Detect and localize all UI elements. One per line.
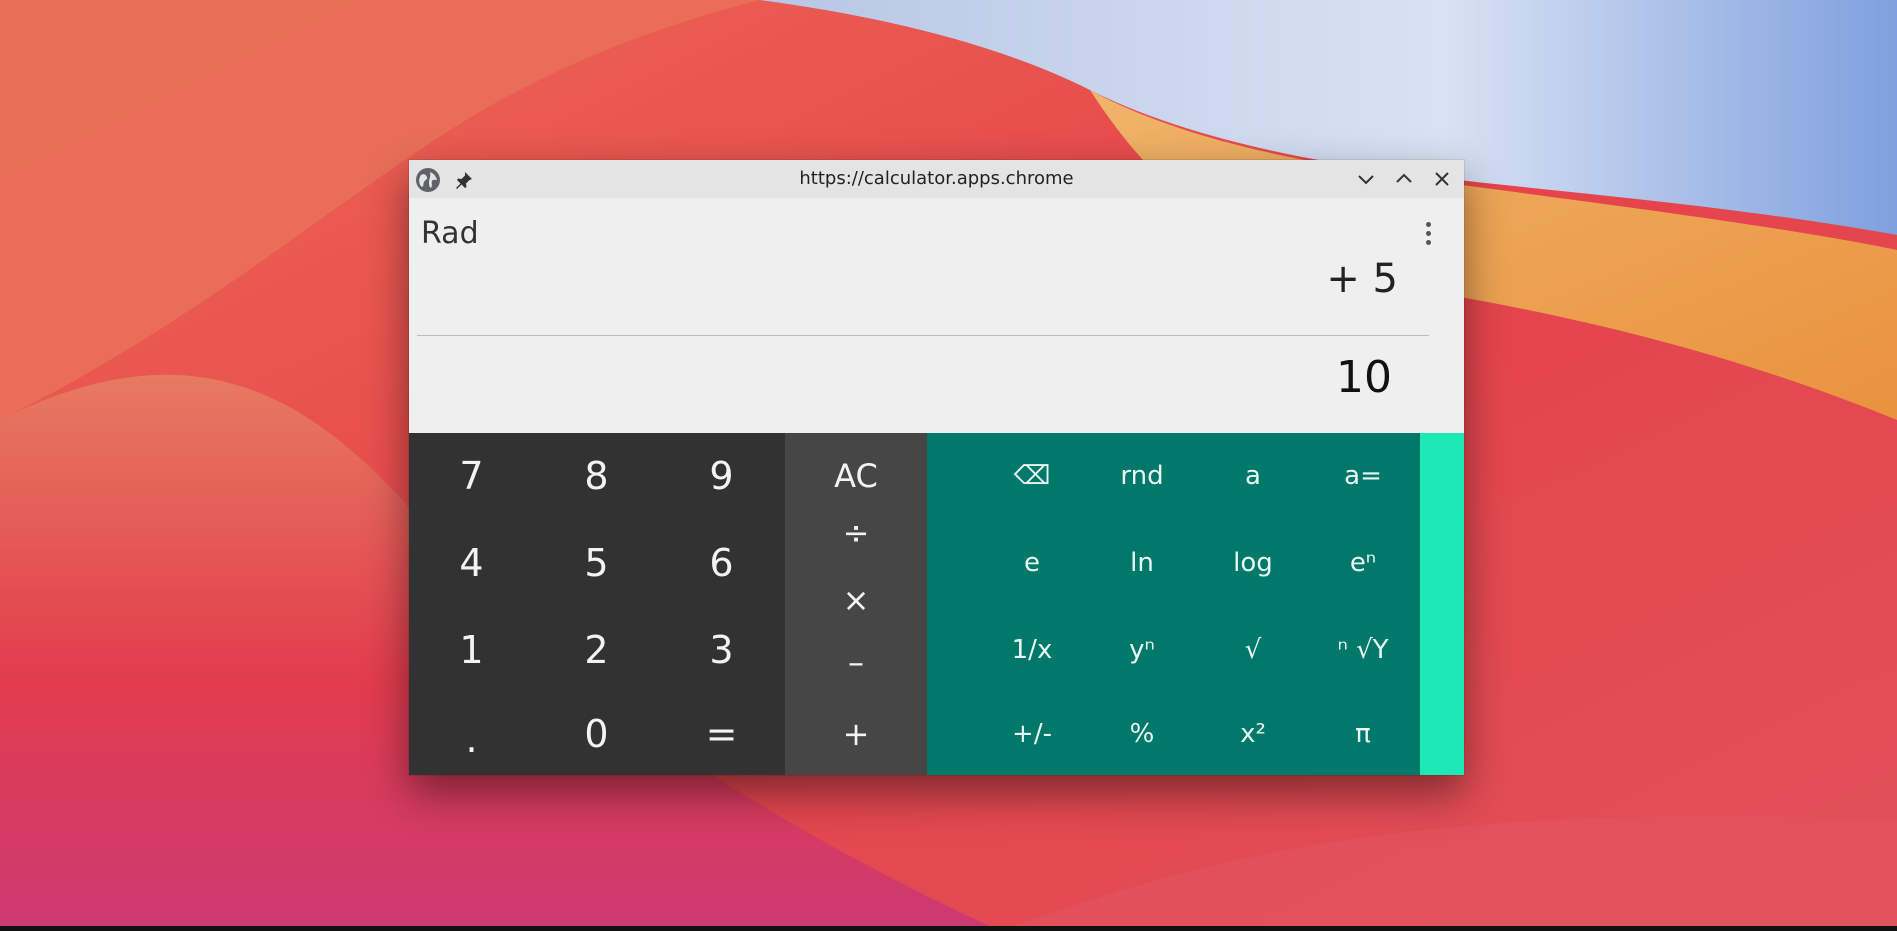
key-4[interactable]: 4 — [409, 519, 534, 606]
key-equals[interactable]: = — [659, 693, 784, 775]
calculator-window: https://calculator.apps.chrome Rad + 5 1… — [409, 160, 1464, 775]
key-random[interactable]: rnd — [1087, 433, 1197, 519]
chevron-up-icon — [1396, 173, 1412, 183]
key-log[interactable]: log — [1198, 519, 1308, 606]
title-bar: https://calculator.apps.chrome — [409, 160, 1464, 198]
key-reciprocal[interactable]: 1/x — [977, 606, 1087, 693]
more-options-button[interactable] — [1413, 218, 1443, 248]
calculator-display: Rad + 5 10 — [409, 198, 1464, 433]
key-e-power[interactable]: eⁿ — [1308, 519, 1418, 606]
close-button[interactable] — [1429, 166, 1455, 192]
display-divider — [417, 335, 1429, 336]
key-multiply[interactable]: × — [785, 565, 927, 635]
keypad: 7 8 9 4 5 6 1 2 3 . 0 = AC ÷ × – + ⌫ rnd… — [409, 433, 1464, 775]
globe-icon — [415, 167, 441, 193]
window-url: https://calculator.apps.chrome — [799, 168, 1074, 189]
scientific-pad: ⌫ rnd a a= e ln log eⁿ 1/x yⁿ √ ⁿ √Y +/-… — [927, 433, 1420, 775]
expression-text: + 5 — [1326, 256, 1398, 302]
key-1[interactable]: 1 — [409, 606, 534, 693]
key-6[interactable]: 6 — [659, 519, 784, 606]
key-2[interactable]: 2 — [534, 606, 659, 693]
key-assign-a[interactable]: a= — [1308, 433, 1418, 519]
key-9[interactable]: 9 — [659, 433, 784, 519]
key-8[interactable]: 8 — [534, 433, 659, 519]
key-power[interactable]: yⁿ — [1087, 606, 1197, 693]
maximize-button[interactable] — [1391, 166, 1417, 192]
minimize-button[interactable] — [1353, 166, 1379, 192]
key-5[interactable]: 5 — [534, 519, 659, 606]
key-divide[interactable]: ÷ — [785, 503, 927, 563]
backspace-key[interactable]: ⌫ — [977, 433, 1087, 519]
pin-icon[interactable] — [451, 167, 477, 193]
close-icon — [1435, 172, 1449, 186]
key-pi[interactable]: π — [1308, 693, 1418, 775]
key-0[interactable]: 0 — [534, 693, 659, 775]
key-variable-a[interactable]: a — [1198, 433, 1308, 519]
chevron-down-icon — [1358, 175, 1374, 185]
key-negate[interactable]: +/- — [977, 693, 1087, 775]
key-square-root[interactable]: √ — [1198, 606, 1308, 693]
angle-mode-label[interactable]: Rad — [421, 216, 479, 251]
key-add[interactable]: + — [785, 693, 927, 775]
number-pad: 7 8 9 4 5 6 1 2 3 . 0 = — [409, 433, 785, 775]
key-percent[interactable]: % — [1087, 693, 1197, 775]
screen-bottom-edge — [0, 926, 1897, 931]
key-subtract[interactable]: – — [785, 627, 927, 697]
operator-pad: AC ÷ × – + — [785, 433, 927, 775]
key-ln[interactable]: ln — [1087, 519, 1197, 606]
key-euler[interactable]: e — [977, 519, 1087, 606]
key-square[interactable]: x² — [1198, 693, 1308, 775]
key-3[interactable]: 3 — [659, 606, 784, 693]
key-nth-root[interactable]: ⁿ √Y — [1308, 606, 1418, 693]
key-decimal[interactable]: . — [409, 693, 534, 775]
result-text: 10 — [1336, 352, 1392, 403]
more-vert-icon — [1425, 221, 1431, 227]
key-7[interactable]: 7 — [409, 433, 534, 519]
scientific-panel-edge[interactable] — [1420, 433, 1464, 775]
